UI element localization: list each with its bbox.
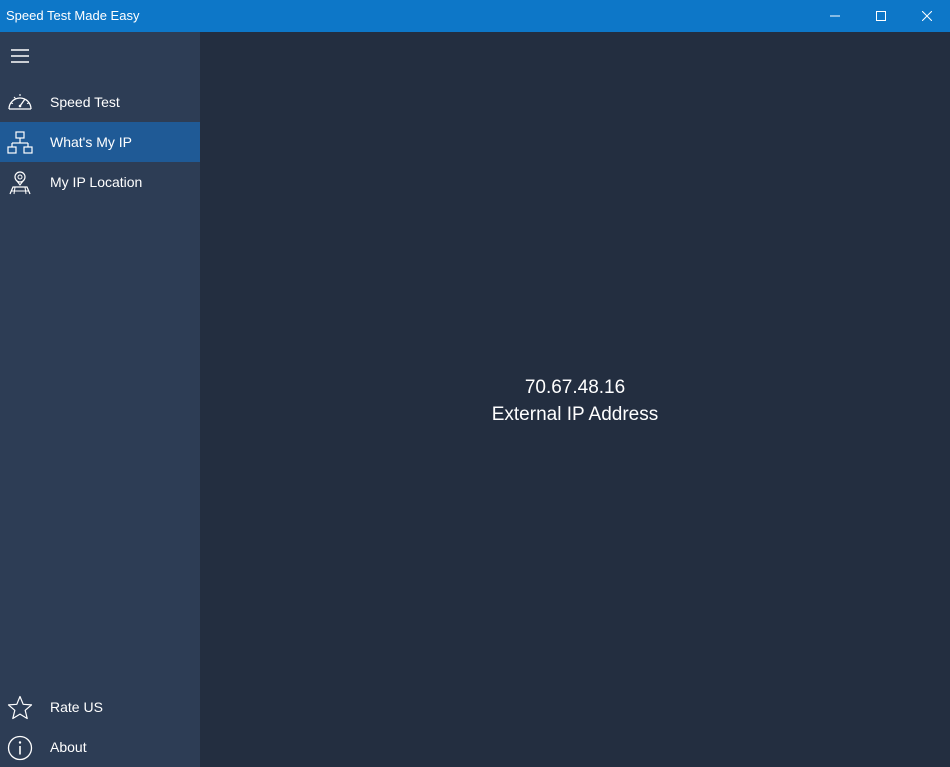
nav-item-rate-us[interactable]: Rate US [0, 687, 200, 727]
maximize-button[interactable] [858, 0, 904, 32]
title-bar[interactable]: Speed Test Made Easy [0, 0, 950, 32]
star-icon [7, 695, 33, 720]
ip-info: 70.67.48.16 External IP Address [200, 374, 950, 428]
main-content: 70.67.48.16 External IP Address [200, 32, 950, 767]
app-window: Speed Test Made Easy Speed Test What's M… [0, 0, 950, 767]
window-title: Speed Test Made Easy [6, 8, 140, 23]
nav-item-speed-test[interactable]: Speed Test [0, 82, 200, 122]
nav-item-my-ip-location[interactable]: My IP Location [0, 162, 200, 202]
speedometer-icon [8, 94, 32, 110]
nav-item-label: About [50, 739, 87, 755]
nav-item-label: Rate US [50, 699, 103, 715]
info-icon [7, 735, 33, 761]
nav-item-whats-my-ip[interactable]: What's My IP [0, 122, 200, 162]
minimize-button[interactable] [812, 0, 858, 32]
location-person-icon [9, 171, 31, 195]
nav-item-label: What's My IP [50, 134, 133, 150]
minimize-icon [830, 15, 840, 17]
maximize-icon [876, 11, 886, 21]
hamburger-icon [11, 49, 29, 63]
nav-item-label: Speed Test [50, 94, 120, 110]
close-button[interactable] [904, 0, 950, 32]
network-icon [7, 131, 33, 154]
ip-address-value: 70.67.48.16 [524, 377, 626, 398]
menu-toggle-button[interactable] [0, 32, 40, 80]
ip-address-label: External IP Address [491, 404, 659, 425]
nav-item-about[interactable]: About [0, 727, 200, 767]
nav-item-label: My IP Location [50, 174, 143, 190]
close-icon [922, 11, 932, 21]
navigation-sidebar: Speed Test What's My IP My IP Location R… [0, 32, 200, 767]
